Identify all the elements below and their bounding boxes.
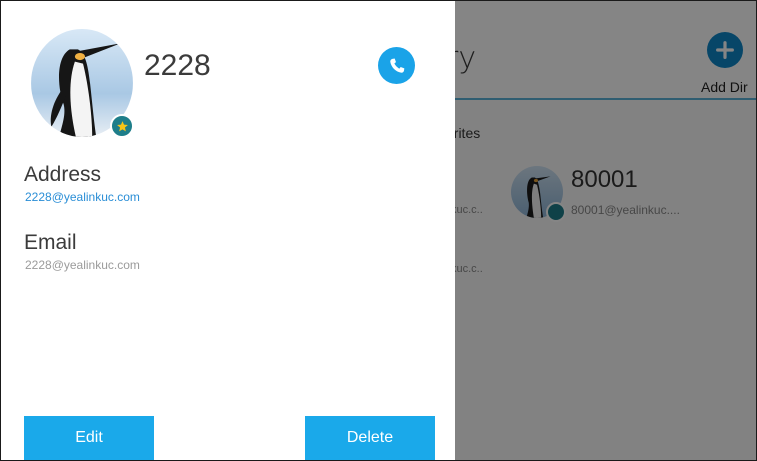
contact-detail-panel: 2228 Address 2228@yealinkuc.com Email 22… (1, 1, 455, 460)
contact-name: 2228 (144, 49, 211, 82)
edit-button[interactable]: Edit (24, 416, 154, 460)
call-button[interactable] (378, 47, 415, 84)
app-window: ry Add Dir orites kuc.c.. kuc.c.. 80001 … (0, 0, 757, 461)
address-label: Address (24, 163, 102, 186)
star-icon (116, 120, 128, 131)
delete-button[interactable]: Delete (305, 416, 435, 460)
email-value: 2228@yealinkuc.com (25, 258, 140, 272)
email-label: Email (24, 231, 77, 254)
phone-icon (389, 58, 404, 73)
favorite-star-badge (110, 114, 134, 138)
address-value[interactable]: 2228@yealinkuc.com (25, 190, 140, 204)
